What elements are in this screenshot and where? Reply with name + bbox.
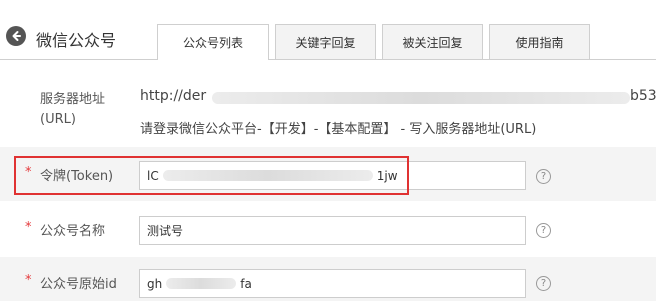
tab-account-list[interactable]: 公众号列表 — [157, 24, 269, 60]
back-button[interactable] — [6, 26, 26, 46]
form-content: 服务器地址 (URL) http://der b53 请登录微信公众平台-【开发… — [0, 60, 656, 301]
server-url-value-suffix: b53 — [630, 88, 656, 104]
tab-follow-reply[interactable]: 被关注回复 — [382, 24, 483, 59]
tab-keyword-reply[interactable]: 关键字回复 — [275, 24, 376, 59]
server-url-label: 服务器地址 — [40, 92, 106, 107]
original-id-value-prefix: gh — [147, 276, 163, 291]
account-name-label: 公众号名称 — [40, 224, 106, 239]
server-url-row: 服务器地址 (URL) http://der b53 请登录微信公众平台-【开发… — [0, 60, 656, 147]
token-help-icon[interactable]: ? — [536, 169, 551, 184]
account-name-input[interactable]: 测试号 — [139, 216, 526, 245]
header: 微信公众号 公众号列表 关键字回复 被关注回复 使用指南 — [0, 0, 656, 60]
original-id-help-icon[interactable]: ? — [536, 276, 551, 291]
original-id-input[interactable]: gh fa — [139, 269, 526, 298]
tab-label: 被关注回复 — [402, 35, 463, 50]
original-id-value-suffix: fa — [240, 276, 252, 291]
server-url-value-prefix[interactable]: http://der — [140, 88, 206, 104]
original-id-label: 公众号原始id — [40, 277, 117, 292]
required-mark: * — [25, 273, 32, 288]
tab-label: 公众号列表 — [182, 36, 243, 50]
redacted-url — [212, 92, 630, 104]
back-arrow-icon[interactable] — [6, 26, 26, 46]
server-url-label-sub: (URL) — [40, 112, 76, 127]
tab-label: 使用指南 — [515, 35, 564, 50]
tab-user-guide[interactable]: 使用指南 — [489, 24, 590, 59]
account-name-value: 测试号 — [147, 224, 184, 238]
account-name-help-icon[interactable]: ? — [536, 223, 551, 238]
account-name-row: * 公众号名称 测试号 ? — [0, 201, 656, 257]
token-highlight-annotation — [14, 156, 409, 195]
server-url-hint: 请登录微信公众平台-【开发】-【基本配置】 - 写入服务器地址(URL) — [140, 122, 537, 137]
tab-label: 关键字回复 — [295, 35, 356, 50]
original-id-row: * 公众号原始id gh fa ? — [0, 257, 656, 301]
required-mark: * — [25, 220, 32, 235]
page-title: 微信公众号 — [36, 31, 117, 50]
redacted-id — [166, 278, 237, 289]
